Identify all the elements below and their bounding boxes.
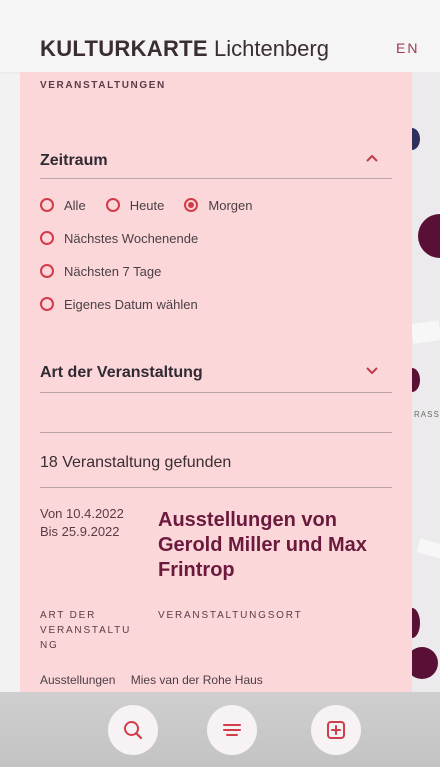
language-toggle[interactable]: EN (396, 40, 419, 56)
events-panel: VERANSTALTUNGEN Zeitraum Alle Heute Morg… (20, 72, 412, 692)
art-filter-header[interactable]: Art der Veranstaltung (40, 356, 392, 393)
radio-label: Eigenes Datum wählen (64, 296, 198, 312)
map-pin[interactable] (412, 647, 438, 679)
radio-label: Nächstes Wochenende (64, 230, 199, 246)
zeitraum-label: Zeitraum (40, 152, 108, 169)
section-title: VERANSTALTUNGEN (40, 80, 166, 91)
result-count: 18 Veranstaltung gefunden (40, 454, 232, 471)
divider (40, 432, 392, 433)
zeitraum-filter-header[interactable]: Zeitraum (40, 144, 392, 179)
map-pin[interactable] (412, 128, 420, 150)
chevron-down-icon (366, 367, 378, 375)
radio-circle (40, 264, 54, 278)
radio-label: Alle (64, 197, 86, 213)
menu-button[interactable] (207, 705, 257, 755)
event-meta-values: Ausstellungen Mies van der Rohe Haus (40, 673, 275, 687)
zeitraum-options-row: Alle Heute Morgen (40, 195, 272, 215)
event-date-to: Bis 25.9.2022 (40, 524, 120, 539)
art-label: Art der Veranstaltung (40, 364, 203, 381)
app-title[interactable]: KULTURKARTE Lichtenberg (40, 36, 329, 62)
radio-label: Nächsten 7 Tage (64, 263, 162, 279)
radio-eigenes-datum[interactable]: Eigenes Datum wählen (40, 294, 218, 314)
chevron-up-icon (366, 154, 378, 162)
map-road (416, 538, 440, 560)
radio-circle (40, 231, 54, 245)
district-name: Lichtenberg (214, 36, 329, 61)
radio-label: Heute (129, 197, 165, 213)
event-date-from: Von 10.4.2022 (40, 506, 124, 521)
map-pin[interactable] (418, 214, 440, 258)
radio-circle (105, 198, 120, 212)
map-street-label: RASS (414, 410, 440, 419)
add-button[interactable] (311, 705, 361, 755)
divider (40, 487, 392, 488)
radio-naechsten-7-tage[interactable]: Nächsten 7 Tage (40, 261, 181, 281)
radio-naechstes-wochenende[interactable]: Nächstes Wochenende (40, 228, 218, 248)
brand-name: KULTURKARTE (40, 36, 208, 61)
event-type-value: Ausstellungen (40, 673, 116, 687)
bottom-dock (0, 692, 440, 767)
map-view[interactable]: RASS (412, 72, 440, 692)
event-venue-value[interactable]: Mies van der Rohe Haus (131, 673, 263, 687)
app-header: KULTURKARTE Lichtenberg EN (0, 0, 440, 72)
event-type-label: ART DER VERANSTALTU NG (40, 610, 132, 651)
radio-circle (40, 198, 54, 212)
event-venue-label: VERANSTALTUNGSORT (158, 610, 303, 621)
radio-heute[interactable]: Heute (105, 197, 165, 213)
radio-morgen[interactable]: Morgen (184, 198, 252, 213)
map-pin[interactable] (412, 608, 420, 638)
search-icon (124, 721, 143, 740)
add-icon (327, 721, 345, 739)
radio-label: Morgen (208, 197, 253, 213)
search-button[interactable] (108, 705, 158, 755)
event-title[interactable]: Ausstellungen von Gerold Miller und Max … (158, 508, 388, 583)
radio-alle[interactable]: Alle (40, 198, 86, 213)
menu-icon (223, 724, 241, 736)
radio-circle-checked (184, 198, 199, 212)
map-road (412, 320, 440, 344)
map-pin[interactable] (412, 368, 420, 392)
event-dates: Von 10.4.2022 Bis 25.9.2022 (40, 505, 124, 541)
radio-circle (40, 297, 54, 311)
